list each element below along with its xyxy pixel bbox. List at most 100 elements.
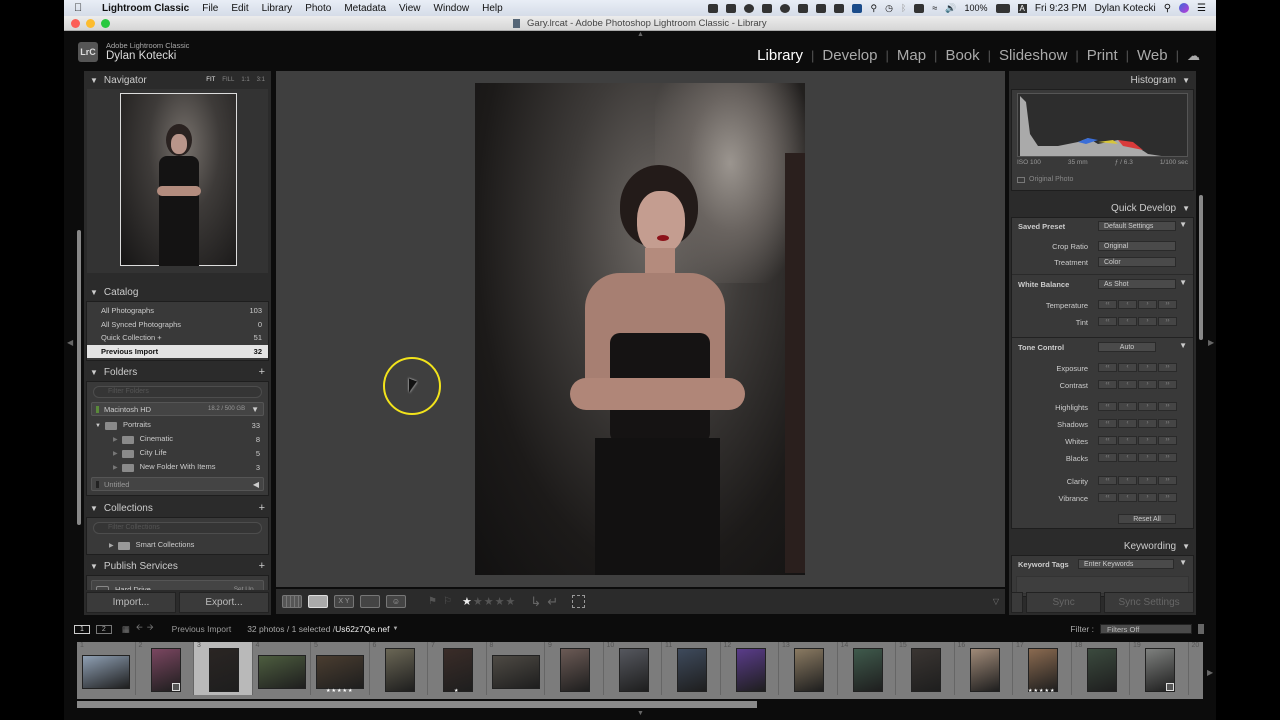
- module-map[interactable]: Map: [897, 47, 926, 64]
- filmstrip-thumbnail[interactable]: [82, 655, 130, 689]
- filmstrip-cell[interactable]: 19: [1130, 642, 1189, 695]
- spotlight-icon[interactable]: ⚲: [1164, 3, 1171, 14]
- filter-collections-input[interactable]: Filter Collections: [93, 522, 262, 534]
- collapse-icon[interactable]: ▼: [1182, 76, 1190, 85]
- time-machine-icon[interactable]: ◷: [885, 3, 893, 14]
- collapse-icon[interactable]: ▼: [90, 288, 98, 297]
- filmstrip-cell[interactable]: 9: [545, 642, 604, 695]
- sync-button[interactable]: Sync: [1026, 592, 1102, 613]
- pick-flag-icon[interactable]: ⚑: [428, 596, 437, 607]
- catalog-item-previous-import[interactable]: Previous Import 32: [87, 344, 268, 358]
- histogram-header[interactable]: Histogram ▼: [1009, 71, 1196, 89]
- star-filled-icon[interactable]: ★: [462, 596, 473, 608]
- menu-file[interactable]: File: [202, 3, 218, 14]
- exposure-decrease-large-button[interactable]: ‹‹: [1098, 363, 1117, 372]
- tint-decrease-large-button[interactable]: ‹‹: [1098, 317, 1117, 326]
- keywording-header[interactable]: Keywording ▼: [1009, 537, 1196, 555]
- histogram-graph[interactable]: [1017, 93, 1188, 157]
- menu-photo[interactable]: Photo: [305, 3, 331, 14]
- siri-icon[interactable]: [1179, 3, 1190, 13]
- spotlight-small-icon[interactable]: ⚲: [870, 3, 877, 14]
- crop-overlay-icon[interactable]: [572, 595, 586, 608]
- reject-flag-icon[interactable]: ⚐: [443, 596, 452, 607]
- apple-icon[interactable]: : [74, 2, 88, 14]
- vibrance-increase-large-button[interactable]: ››: [1158, 493, 1177, 502]
- menu-library[interactable]: Library: [262, 3, 293, 14]
- filmstrip-cell[interactable]: 2: [136, 642, 194, 695]
- rotate-right-icon[interactable]: ↵: [547, 594, 558, 610]
- filmstrip-thumbnail[interactable]: [209, 648, 239, 692]
- bluetooth-icon[interactable]: ᛒ: [901, 3, 906, 13]
- highlights-increase-large-button[interactable]: ››: [1158, 402, 1177, 411]
- zoom-3-1[interactable]: 3:1: [257, 77, 265, 83]
- shadows-decrease-large-button[interactable]: ‹‹: [1098, 419, 1117, 428]
- filmstrip-cell[interactable]: 3: [194, 642, 253, 695]
- catalog-item-all-synced[interactable]: All Synced Photographs 0: [87, 318, 268, 332]
- catalog-header[interactable]: ▼ Catalog: [84, 283, 271, 301]
- clarity-decrease-large-button[interactable]: ‹‹: [1098, 476, 1117, 485]
- menubar-user[interactable]: Dylan Kotecki: [1095, 3, 1156, 14]
- vibrance-decrease-large-button[interactable]: ‹‹: [1098, 493, 1117, 502]
- grid-view-icon[interactable]: [282, 595, 302, 608]
- filmstrip-cell[interactable]: 16: [955, 642, 1013, 695]
- disclosure-icon[interactable]: ▶: [109, 543, 114, 549]
- main-photo[interactable]: [475, 83, 805, 575]
- back-arrow-icon[interactable]: 🡨: [136, 622, 143, 636]
- secondary-window-button[interactable]: 2: [95, 624, 112, 634]
- disclosure-icon[interactable]: ▶: [113, 437, 118, 443]
- filmstrip-toggle[interactable]: ▼: [637, 710, 644, 717]
- temperature-increase-small-button[interactable]: ›: [1138, 300, 1157, 309]
- tint-decrease-small-button[interactable]: ‹: [1118, 317, 1137, 326]
- zoom-fill[interactable]: FILL: [222, 77, 234, 83]
- tint-increase-large-button[interactable]: ››: [1158, 317, 1177, 326]
- shadows-decrease-small-button[interactable]: ‹: [1118, 419, 1137, 428]
- filmstrip-cell[interactable]: 7 ★: [428, 642, 487, 695]
- white-balance-select[interactable]: As Shot: [1098, 279, 1176, 289]
- module-library[interactable]: Library: [757, 47, 803, 64]
- clarity-decrease-small-button[interactable]: ‹: [1118, 476, 1137, 485]
- original-photo-checkbox[interactable]: [1017, 176, 1025, 183]
- whites-increase-large-button[interactable]: ››: [1158, 436, 1177, 445]
- module-slideshow[interactable]: Slideshow: [999, 47, 1067, 64]
- status-icon[interactable]: [816, 3, 827, 13]
- survey-view-icon[interactable]: [360, 595, 380, 608]
- left-panel-scrollbar[interactable]: [77, 230, 81, 525]
- clarity-increase-large-button[interactable]: ››: [1158, 476, 1177, 485]
- module-book[interactable]: Book: [945, 47, 979, 64]
- filmstrip-cell[interactable]: 1: [77, 642, 136, 695]
- filmstrip-thumbnail[interactable]: [257, 655, 306, 689]
- star-empty-icon[interactable]: ★: [484, 596, 495, 608]
- exposure-increase-small-button[interactable]: ›: [1138, 363, 1157, 372]
- wifi-icon[interactable]: ≈: [932, 3, 937, 13]
- status-icon[interactable]: [798, 3, 809, 13]
- keyword-tags-select[interactable]: Enter Keywords: [1078, 559, 1174, 569]
- status-icon[interactable]: [726, 3, 737, 13]
- status-icon[interactable]: [744, 3, 755, 13]
- collection-smart-collections[interactable]: ▶ Smart Collections: [87, 538, 268, 552]
- highlights-increase-small-button[interactable]: ›: [1138, 402, 1157, 411]
- filmstrip-scroll-right[interactable]: ▶: [1207, 668, 1213, 677]
- folder-portraits[interactable]: ▼ Portraits 33: [87, 418, 268, 432]
- zoom-fit[interactable]: FIT: [206, 77, 215, 83]
- display-icon[interactable]: [914, 3, 925, 13]
- close-window-button[interactable]: [71, 19, 80, 28]
- collapse-icon[interactable]: ▼: [90, 368, 98, 377]
- volume-untitled[interactable]: Untitled ◀: [91, 477, 264, 491]
- collapse-icon[interactable]: ▼: [1179, 341, 1187, 350]
- module-develop[interactable]: Develop: [822, 47, 877, 64]
- filmstrip-thumbnail[interactable]: [735, 648, 766, 692]
- collapse-icon[interactable]: ▼: [90, 76, 98, 85]
- grid-icon[interactable]: ▦: [122, 624, 130, 635]
- filter-select[interactable]: Filters Off: [1100, 624, 1192, 634]
- notification-center-icon[interactable]: ☰: [1197, 3, 1206, 14]
- import-button[interactable]: Import...: [86, 592, 176, 613]
- right-panel-scrollbar[interactable]: [1199, 195, 1203, 340]
- folder-city-life[interactable]: ▶ City Life 5: [87, 446, 268, 460]
- reset-all-button[interactable]: Reset All: [1118, 514, 1176, 524]
- filename-dropdown-icon[interactable]: ▼: [392, 626, 398, 632]
- exposure-decrease-small-button[interactable]: ‹: [1118, 363, 1137, 372]
- folder-new-folder-with-items[interactable]: ▶ New Folder With Items 3: [87, 460, 268, 474]
- filmstrip-thumbnail[interactable]: [618, 648, 649, 692]
- filmstrip-thumbnail[interactable]: [443, 648, 473, 692]
- people-view-icon[interactable]: ☺: [386, 595, 406, 608]
